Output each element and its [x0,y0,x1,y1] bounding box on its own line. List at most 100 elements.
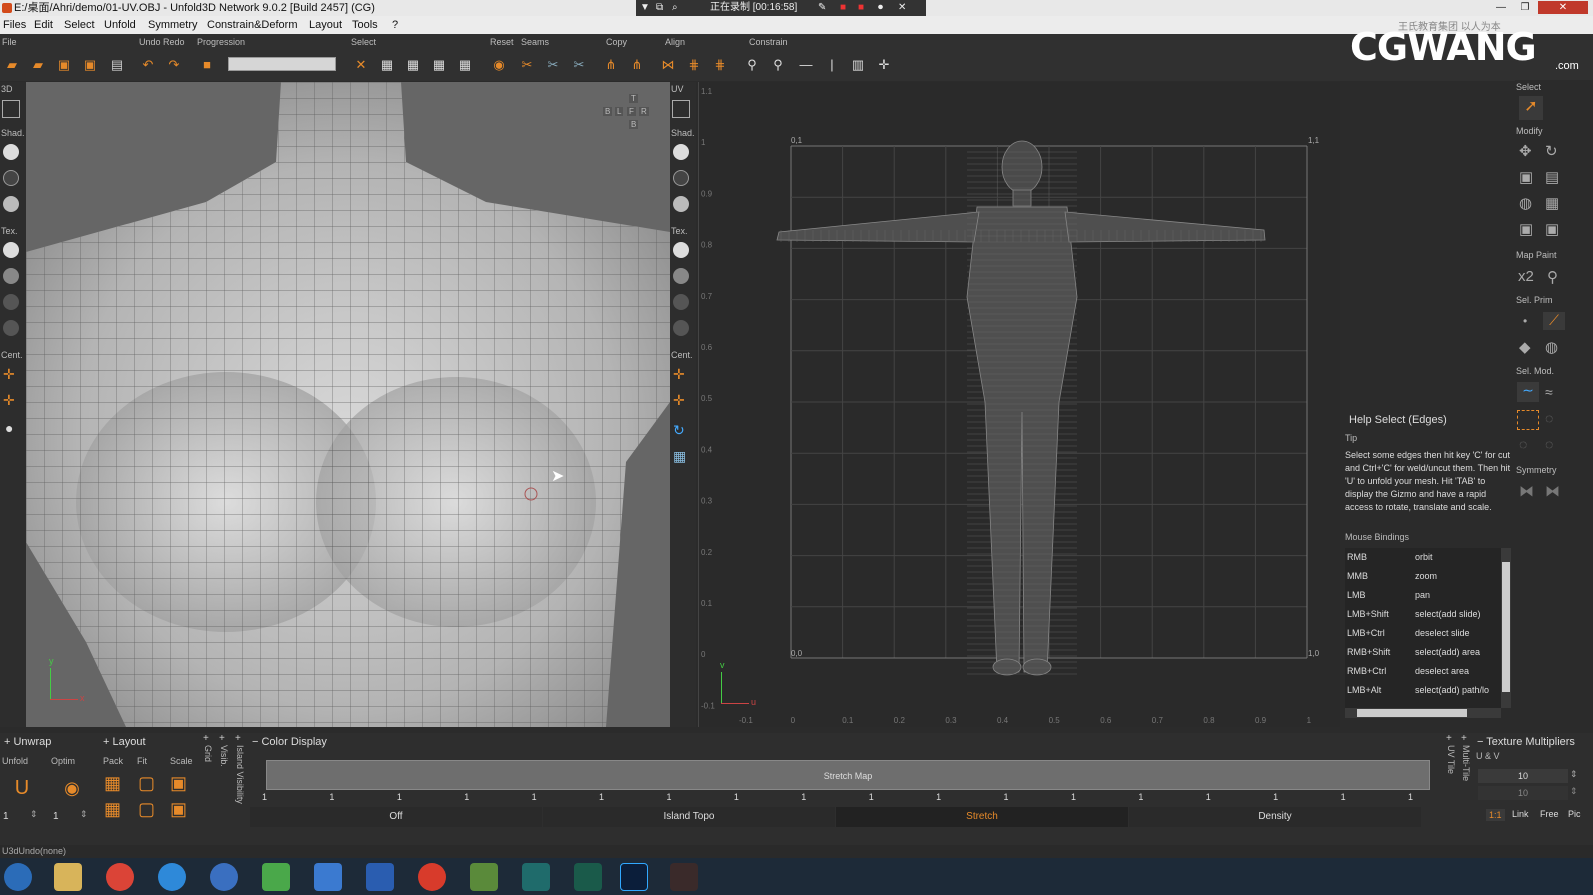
pic-button[interactable]: Pic [1568,809,1581,819]
color-display-header[interactable]: − Color Display [252,736,327,748]
x2-button[interactable]: x2 [1518,268,1534,285]
pack-selected-icon[interactable]: ▦ [104,799,121,820]
app-k-icon[interactable] [210,863,238,891]
island-mode-icon[interactable]: ◍ [1545,338,1558,356]
optim-stepper-icon[interactable]: ⇕ [80,809,88,820]
stop-record-icon[interactable]: ■ [840,0,846,16]
link-button[interactable]: Link [1512,809,1529,819]
checker-icon[interactable] [3,268,19,284]
move-icon[interactable]: ✥ [1519,142,1532,160]
mode-off-button[interactable]: Off [250,807,542,827]
unpin-icon[interactable]: ⚲ [769,56,787,74]
wechat-icon[interactable] [262,863,290,891]
close-record-icon[interactable]: ✕ [898,0,906,16]
layout-header[interactable]: + Layout [103,736,146,748]
publisher-icon[interactable] [574,863,602,891]
3d-viewport[interactable]: T B L F R B y x ➤ [26,82,670,727]
menu-layout[interactable]: Layout [309,16,342,34]
zoom-icon[interactable]: ⌕ [672,0,678,16]
lock2-icon[interactable]: ▣ [1545,220,1559,238]
photoshop-icon[interactable] [620,863,648,891]
notepad-icon[interactable] [470,863,498,891]
scale-icon[interactable]: ▣ [1519,168,1533,186]
center-all-icon[interactable]: ✛ [3,366,15,383]
restore-button[interactable]: ❐ [1514,1,1536,14]
undo-icon[interactable]: ↶ [139,56,157,74]
app-green-icon[interactable] [522,863,550,891]
minimize-button[interactable]: — [1490,1,1512,14]
mode-stretch-button[interactable]: Stretch [836,807,1128,827]
mouse-bindings-table[interactable]: RMB orbit MMB zoom LMB pan LMB+Shift select(add… [1345,548,1501,708]
multiplier-input-1[interactable]: 10 [1478,769,1568,783]
menu-files[interactable]: Files [3,16,26,34]
fit-icon[interactable]: ▢ [138,773,155,794]
menu-edit[interactable]: Edit [34,16,53,34]
free-button[interactable]: Free [1540,809,1559,819]
uv-texture-map-icon[interactable] [673,294,689,310]
light-icon[interactable]: ● [5,420,13,436]
copy-icon[interactable]: ⋔ [602,56,620,74]
sel-lasso-icon[interactable]: ◌ [1545,410,1553,426]
viewcube-right[interactable]: R [639,107,649,116]
sel-rect-icon[interactable] [1517,410,1539,430]
face-mode-icon[interactable]: ◆ [1519,338,1531,356]
shade-solid-icon[interactable] [3,144,19,160]
view-cube[interactable]: T B L F R B [600,94,649,132]
uv-rotate-icon[interactable]: ↻ [673,422,685,439]
unfold-stepper-icon[interactable]: ⇕ [30,809,38,820]
menu-select[interactable]: Select [64,16,95,34]
help-title[interactable]: Help Select (Edges) [1349,414,1447,426]
frame-icon[interactable] [2,100,20,118]
uv-frame-icon[interactable] [672,100,690,118]
viewcube-front[interactable]: F [627,107,636,116]
uv-center-selection-icon[interactable]: ✛ [673,392,685,409]
constrain-grid-icon[interactable]: ▥ [849,56,867,74]
save-as-icon[interactable]: ▣ [81,56,99,74]
store-icon[interactable] [314,863,342,891]
uv-texture-off-icon[interactable] [673,242,689,258]
select-faces-icon[interactable]: ▦ [430,56,448,74]
uv-tile-plus-icon[interactable]: + [1446,733,1452,744]
ratio-1-1-button[interactable]: 1:1 [1486,809,1505,821]
uv-grid-icon[interactable]: ▦ [673,448,686,465]
shade-both-icon[interactable] [3,196,19,212]
vertex-mode-icon[interactable]: • [1523,314,1527,328]
sel-brush-icon[interactable]: ◌ [1545,436,1553,452]
explorer-icon[interactable] [54,863,82,891]
open-file-icon[interactable]: ▰ [29,56,47,74]
menu-help[interactable]: ? [392,16,398,34]
viewcube-bottom[interactable]: B [629,120,639,129]
mode-island-topo-button[interactable]: Island Topo [543,807,835,827]
multiplier-stepper2-icon[interactable]: ⇕ [1570,786,1578,797]
uv-viewport[interactable]: 1.1 1 0.9 0.8 0.7 0.6 0.5 0.4 0.3 0.2 0.1 0 -0.1 -0.… [698,82,1340,727]
save-icon[interactable]: ▣ [55,56,73,74]
select-arrow-icon[interactable]: ➚ [1519,96,1543,120]
select-mode-icon[interactable]: ▦ [378,56,396,74]
edge-mode-icon[interactable]: ⟋ [1543,312,1565,330]
unwrap-header[interactable]: + Unwrap [4,736,51,748]
grid-snap-icon[interactable]: ▦ [1545,194,1559,212]
dropdown-icon[interactable]: ▼ [640,0,650,16]
uv-shade-solid-icon[interactable] [673,144,689,160]
lock-icon[interactable]: ▣ [1519,220,1533,238]
cut-seam-icon[interactable]: ✂ [518,56,536,74]
texture-map-icon[interactable] [3,294,19,310]
optim-iterations[interactable]: 1 [53,811,59,822]
menu-constrain-deform[interactable]: Constrain&Deform [207,16,297,34]
multiplier-stepper-icon[interactable]: ⇕ [1570,769,1578,780]
center-selection-icon[interactable]: ✛ [3,392,15,409]
constrain-horizontal-icon[interactable]: — [797,56,815,74]
symmetry-plus-icon[interactable]: ⧓ [1545,482,1560,500]
fit-selected-icon[interactable]: ▢ [138,799,155,820]
constrain-vertical-icon[interactable]: | [823,56,841,74]
texture-multipliers-header[interactable]: − Texture Multipliers [1477,736,1575,748]
new-file-icon[interactable]: ▰ [3,56,21,74]
texture-off-icon[interactable] [3,242,19,258]
skype-icon[interactable] [158,863,186,891]
viewcube-left[interactable]: L [615,107,624,116]
uv-checker-icon[interactable] [673,268,689,284]
align-icon[interactable]: ⋈ [659,56,677,74]
rotate-icon[interactable]: ↻ [1545,142,1558,160]
menu-tools[interactable]: Tools [352,16,378,34]
weld-seam-icon[interactable]: ✂ [544,56,562,74]
